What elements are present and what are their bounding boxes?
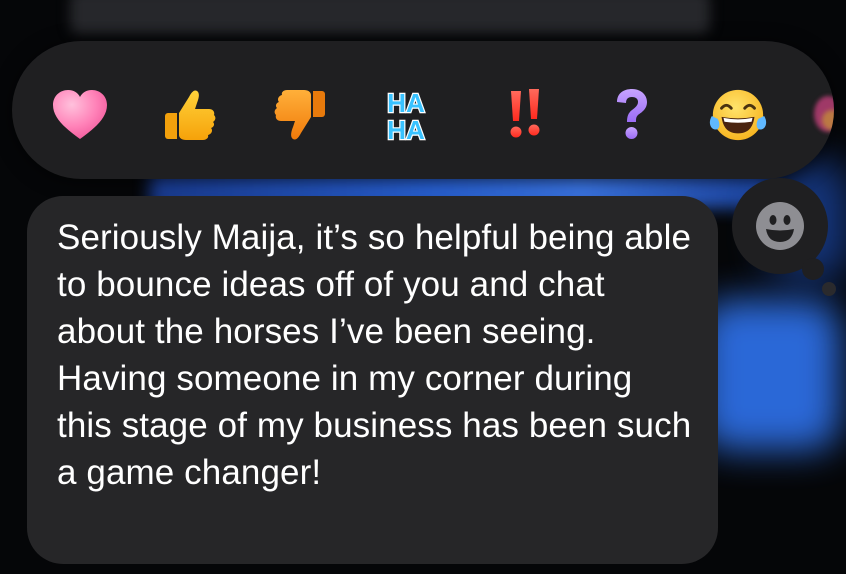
add-reaction-tail-small — [822, 282, 836, 296]
reaction-haha[interactable]: HA HA — [376, 85, 436, 145]
message-text: Seriously Maija, it’s so helpful being a… — [57, 218, 692, 492]
reaction-emphasize[interactable] — [495, 85, 555, 145]
haha-top-text: HA — [387, 88, 425, 118]
tapback-reaction-bar: HA HA — [12, 41, 834, 179]
tears-of-joy-icon — [709, 89, 767, 141]
message-bubble[interactable]: Seriously Maija, it’s so helpful being a… — [27, 196, 718, 564]
message-reaction-screen: HA HA Seriously Maija, it’s so helpful b… — [0, 0, 846, 574]
more-emoji-icon — [814, 96, 834, 132]
reaction-thumbs-up[interactable] — [160, 85, 220, 145]
question-mark-icon — [617, 89, 647, 139]
background-blur-top — [70, 0, 710, 34]
haha-icon: HA HA — [386, 87, 426, 145]
background-blur-blue-right — [700, 300, 840, 450]
reaction-laugh[interactable] — [708, 85, 768, 145]
reaction-question[interactable] — [602, 85, 662, 145]
heart-icon — [53, 90, 107, 139]
reaction-thumbs-down[interactable] — [270, 85, 330, 145]
double-exclamation-icon — [510, 89, 540, 138]
haha-bottom-text: HA — [387, 115, 425, 145]
thumbs-down-icon — [274, 90, 325, 140]
thumbs-up-icon — [165, 90, 216, 140]
add-reaction-tail-large — [802, 258, 824, 280]
reaction-heart[interactable] — [50, 85, 110, 145]
reaction-more[interactable] — [796, 85, 834, 145]
smiley-icon — [756, 202, 804, 250]
